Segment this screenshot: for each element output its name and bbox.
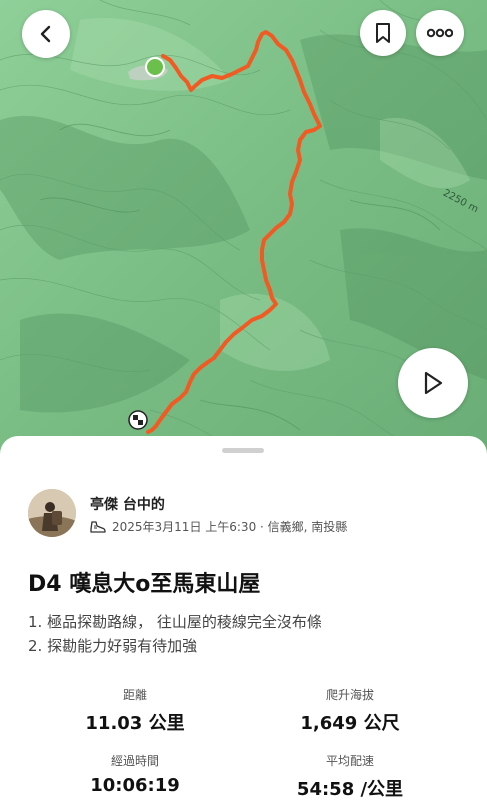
avatar-image xyxy=(28,489,76,537)
play-icon xyxy=(424,371,443,395)
activity-meta: 2025年3月11日 上午6:30 · 信義鄉, 南投縣 xyxy=(90,518,347,535)
description-line: 1. 極品探勘路線， 往山屋的稜線完全沒布條 xyxy=(28,613,322,631)
date-location: 2025年3月11日 上午6:30 · 信義鄉, 南投縣 xyxy=(112,520,348,534)
stat-value: 10:06:19 xyxy=(90,775,180,796)
stat-distance: 距離 11.03 公里 xyxy=(35,686,235,735)
avatar[interactable] xyxy=(28,489,76,537)
stat-value: 1,649 公尺 xyxy=(300,713,400,734)
stat-average-pace: 平均配速 54:58 /公里 xyxy=(250,752,450,801)
activity-sheet: 亭傑 台中的 2025年3月11日 上午6:30 · 信義鄉, 南投縣 D4 嘆… xyxy=(0,436,487,800)
stat-elapsed-time: 經過時間 10:06:19 xyxy=(35,752,235,796)
chevron-left-icon xyxy=(40,25,51,43)
finish-marker xyxy=(128,410,148,430)
bookmark-icon xyxy=(376,23,390,43)
stat-label: 距離 xyxy=(122,688,147,702)
stat-elevation-gain: 爬升海拔 1,649 公尺 xyxy=(250,686,450,735)
stat-label: 經過時間 xyxy=(110,754,159,768)
stat-label: 平均配速 xyxy=(325,754,374,768)
stat-value: 11.03 公里 xyxy=(85,713,185,734)
user-name[interactable]: 亭傑 台中的 xyxy=(90,494,165,514)
description-line: 2. 探勘能力好弱有待加強 xyxy=(28,637,198,655)
more-horizontal-icon xyxy=(427,28,453,38)
stat-label: 爬升海拔 xyxy=(325,688,374,702)
back-button[interactable] xyxy=(22,10,70,58)
hiking-shoe-icon xyxy=(90,520,106,533)
activity-title: D4 嘆息大o至馬東山屋 xyxy=(28,572,261,597)
activity-description: 1. 極品探勘路線， 往山屋的稜線完全沒布條 2. 探勘能力好弱有待加強 xyxy=(28,610,322,658)
stat-value: 54:58 /公里 xyxy=(296,779,404,800)
start-marker xyxy=(145,57,165,77)
more-button[interactable] xyxy=(416,10,464,56)
bookmark-button[interactable] xyxy=(360,10,406,56)
drag-handle[interactable] xyxy=(222,448,264,453)
play-flyover-button[interactable] xyxy=(398,348,468,418)
